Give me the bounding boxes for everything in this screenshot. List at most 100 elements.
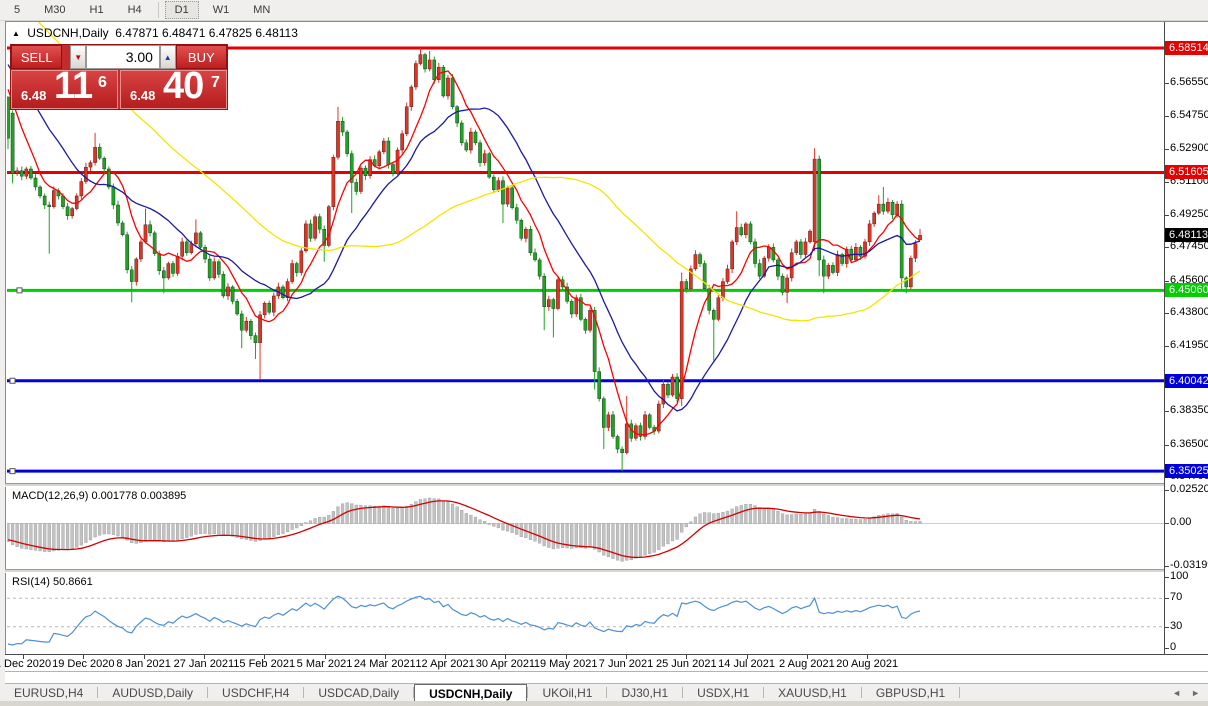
date-label: 2 Aug 2021 (779, 658, 835, 670)
macd-label: MACD(12,26,9) 0.001778 0.003895 (12, 490, 186, 502)
macd-tick-label: 0.00 (1170, 516, 1191, 528)
axis-tick (1165, 648, 1169, 649)
tab-scroll-left-icon[interactable]: ◄ (1172, 688, 1181, 698)
axis-tick (1165, 566, 1169, 567)
buy-price-display[interactable]: 6.48 40 7 (120, 70, 227, 109)
date-label: 30 Apr 2021 (476, 658, 535, 670)
date-label: 24 Mar 2021 (354, 658, 416, 670)
level-badge-6.40042[interactable]: 6.40042 (1165, 374, 1208, 388)
date-label: 8 Jan 2021 (116, 658, 170, 670)
chart-tab-xauusd-h1[interactable]: XAUUSD,H1 (764, 684, 861, 701)
date-label: 20 Aug 2021 (836, 658, 898, 670)
price-tick-label: 6.36500 (1170, 438, 1208, 450)
date-label: 27 Jan 2021 (174, 658, 235, 670)
rsi-label: RSI(14) 50.8661 (12, 576, 93, 588)
chart-tab-usdcad-daily[interactable]: USDCAD,Daily (304, 684, 413, 701)
date-axis: 1 Dec 202019 Dec 20208 Jan 202127 Jan 20… (5, 655, 1208, 671)
timeframe-button-m30[interactable]: M30 (34, 1, 75, 19)
chart-tab-usdcnh-daily[interactable]: USDCNH,Daily (414, 684, 527, 701)
date-label: 1 Dec 2020 (0, 658, 51, 670)
axis-tick (1165, 116, 1169, 117)
macd-tick-label: 0.025209 (1170, 483, 1208, 495)
axis-tick (1165, 411, 1169, 412)
price-tick-label: 6.43800 (1170, 306, 1208, 318)
rsi-tick-label: 100 (1170, 570, 1188, 582)
volume-increase-icon[interactable]: ▲ (160, 45, 176, 69)
chart-tab-usdx-h1[interactable]: USDX,H1 (683, 684, 763, 701)
timeframe-button-5[interactable]: 5 (4, 1, 30, 19)
price-tick-label: 6.38350 (1170, 404, 1208, 416)
chart-title: ▲ USDCNH,Daily 6.47871 6.48471 6.47825 6… (12, 26, 298, 40)
axis-tick (1165, 182, 1169, 183)
level-badge-6.51605[interactable]: 6.51605 (1165, 165, 1208, 179)
chart-tab-eurusd-h4[interactable]: EURUSD,H4 (0, 684, 97, 701)
date-label: 15 Feb 2021 (233, 658, 295, 670)
axis-tick (1165, 149, 1169, 150)
price-tick-label: 6.54750 (1170, 109, 1208, 121)
panel-splitter[interactable] (5, 569, 1208, 573)
axis-tick (1165, 215, 1169, 216)
volume-decrease-icon[interactable]: ▼ (70, 45, 86, 69)
rsi-tick-label: 30 (1170, 620, 1182, 632)
rsi-tick-label: 70 (1170, 591, 1182, 603)
chart-tab-usdchf-h4[interactable]: USDCHF,H4 (208, 684, 303, 701)
chart-tab-dj30-h1[interactable]: DJ30,H1 (607, 684, 682, 701)
price-tick-label: 6.52900 (1170, 142, 1208, 154)
axis-tick (1165, 346, 1169, 347)
timeframe-button-w1[interactable]: W1 (203, 1, 240, 19)
date-label: 5 Mar 2021 (297, 658, 353, 670)
price-tick-label: 6.49250 (1170, 208, 1208, 220)
buy-price-prefix: 6.48 (130, 88, 155, 103)
horizontal-scrollbar[interactable] (5, 671, 1208, 684)
volume-input[interactable]: 3.00 (86, 45, 160, 69)
axis-tick (1165, 281, 1169, 282)
axis-tick (1165, 83, 1169, 84)
level-badge-6.45060[interactable]: 6.45060 (1165, 283, 1208, 297)
timeframe-button-mn[interactable]: MN (243, 1, 280, 19)
chart-tab-bar: EURUSD,H4AUDUSD,DailyUSDCHF,H4USDCAD,Dai… (0, 684, 1208, 701)
chart-ohlc-values: 6.47871 6.48471 6.47825 6.48113 (115, 26, 298, 40)
tab-scroll-right-icon[interactable]: ► (1191, 688, 1200, 698)
price-tick-label: 6.56550 (1170, 76, 1208, 88)
tab-separator (959, 687, 960, 698)
chart-tab-gbpusd-h1[interactable]: GBPUSD,H1 (862, 684, 959, 701)
price-axis: 6.565506.547506.529006.511006.492506.474… (1165, 22, 1208, 654)
date-label: 12 Apr 2021 (415, 658, 474, 670)
buy-price-superscript: 7 (211, 74, 220, 92)
sell-button[interactable]: SELL (11, 45, 62, 69)
sell-price-prefix: 6.48 (21, 88, 46, 103)
date-label: 25 Jun 2021 (656, 658, 717, 670)
one-click-trade-panel: SELL ▼ 3.00 ▲ BUY 6.48 11 6 6.48 40 7 (10, 44, 228, 110)
axis-tick (1165, 445, 1169, 446)
date-label: 7 Jun 2021 (599, 658, 653, 670)
sell-price-superscript: 6 (98, 74, 107, 92)
mt4-terminal: 5M30 H1H4 D1W1MN ▲ USDCNH,Daily 6.47871 6.… (0, 0, 1208, 706)
timeframe-button-h1[interactable]: H1 (80, 1, 114, 19)
chart-tab-ukoil-h1[interactable]: UKOil,H1 (528, 684, 606, 701)
chart-tab-audusd-daily[interactable]: AUDUSD,Daily (98, 684, 207, 701)
status-strip (0, 701, 1208, 706)
sell-price-big-digits: 11 (54, 70, 92, 108)
panel-splitter[interactable] (5, 483, 1208, 487)
timeframe-toolbar: 5M30 H1H4 D1W1MN (0, 0, 1208, 21)
tab-scroll-buttons: ◄► (1172, 684, 1208, 701)
timeframe-button-h4[interactable]: H4 (118, 1, 152, 19)
axis-tick (1165, 313, 1169, 314)
sell-price-display[interactable]: 6.48 11 6 (11, 70, 118, 109)
price-tick-label: 6.41950 (1170, 339, 1208, 351)
buy-button[interactable]: BUY (176, 45, 227, 69)
chart-symbol-label: USDCNH,Daily (27, 26, 108, 40)
date-label: 19 Dec 2020 (52, 658, 114, 670)
current-price-badge[interactable]: 6.48113 (1165, 228, 1208, 242)
axis-tick (1165, 523, 1169, 524)
timeframe-button-d1[interactable]: D1 (165, 1, 199, 19)
level-badge-6.58514[interactable]: 6.58514 (1165, 41, 1208, 55)
date-label: 14 Jul 2021 (718, 658, 775, 670)
collapse-triangle-icon[interactable]: ▲ (12, 29, 20, 38)
level-badge-6.35025[interactable]: 6.35025 (1165, 464, 1208, 478)
axis-tick (1165, 598, 1169, 599)
date-label: 19 May 2021 (534, 658, 598, 670)
rsi-indicator-canvas[interactable] (7, 573, 1164, 654)
axis-tick (1165, 627, 1169, 628)
buy-price-big-digits: 40 (163, 70, 203, 108)
